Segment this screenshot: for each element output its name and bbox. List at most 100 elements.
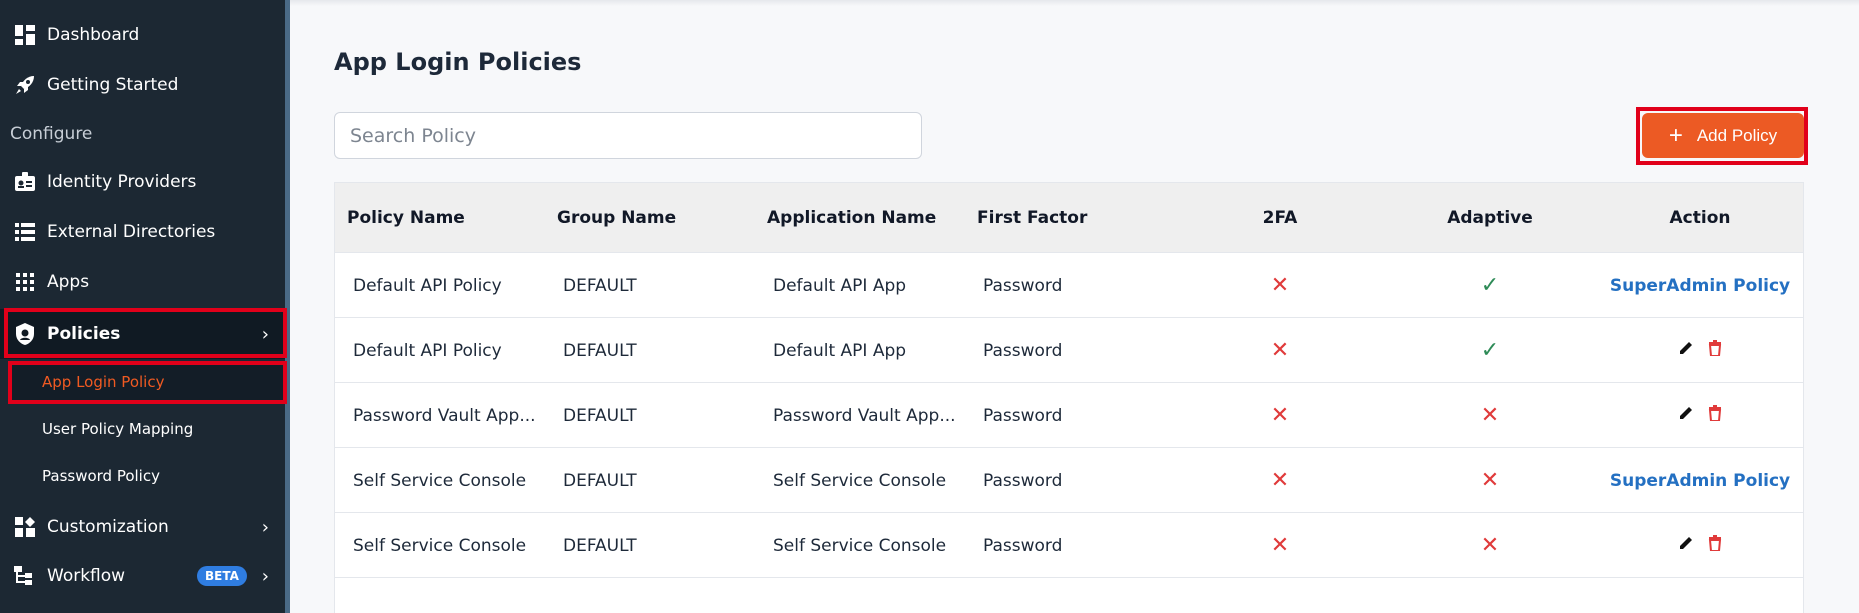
cross-icon: ✕ <box>1270 273 1290 298</box>
superadmin-policy-link[interactable]: SuperAdmin Policy <box>1610 276 1790 296</box>
sidebar-subitem-label: User Policy Mapping <box>42 420 194 438</box>
cell-policy-name: Default API Policy <box>353 340 502 361</box>
sidebar-item-workflow[interactable]: Workflow BETA › <box>0 551 285 601</box>
sidebar-item-label: Customization <box>47 517 169 537</box>
edit-icon[interactable] <box>1678 535 1694 556</box>
action-cell <box>1595 383 1805 448</box>
dashboard-icon <box>14 24 36 46</box>
sidebar: Dashboard Getting Started Configure Iden… <box>0 0 290 613</box>
sidebar-item-label: External Directories <box>47 222 216 242</box>
beta-badge: BETA <box>197 566 247 586</box>
rocket-icon <box>14 74 36 96</box>
cell-application-name: Password Vault App... <box>773 405 956 426</box>
sidebar-subitem-password-policy[interactable]: Password Policy <box>10 456 285 496</box>
cell-policy-name: Default API Policy <box>353 275 502 296</box>
action-cell <box>1595 513 1805 578</box>
check-icon: ✓ <box>1480 338 1500 363</box>
main-content: App Login Policies + Add Policy Policy N… <box>290 0 1859 613</box>
cell-policy-name: Self Service Console <box>353 535 527 556</box>
policies-table: Policy Name Group Name Application Name … <box>334 182 1804 613</box>
cross-icon: ✕ <box>1270 533 1290 558</box>
cell-group-name: DEFAULT <box>563 535 637 556</box>
superadmin-policy-link[interactable]: SuperAdmin Policy <box>1610 471 1790 491</box>
cell-policy-name: Self Service Console <box>353 470 527 491</box>
grid-icon <box>14 271 36 293</box>
column-header-policy-name[interactable]: Policy Name <box>347 183 465 253</box>
action-cell: SuperAdmin Policy <box>1595 253 1805 318</box>
cell-group-name: DEFAULT <box>563 470 637 491</box>
cell-group-name: DEFAULT <box>563 275 637 296</box>
cross-icon: ✕ <box>1270 338 1290 363</box>
section-label-configure: Configure <box>10 124 93 144</box>
column-header-2fa[interactable]: 2FA <box>1175 183 1385 253</box>
add-policy-label: Add Policy <box>1696 125 1778 145</box>
table-header: Policy Name Group Name Application Name … <box>335 183 1803 253</box>
cell-group-name: DEFAULT <box>563 340 637 361</box>
sidebar-item-identity-providers[interactable]: Identity Providers <box>0 157 285 207</box>
cell-application-name: Self Service Console <box>773 535 947 556</box>
column-header-application-name[interactable]: Application Name <box>767 183 936 253</box>
cell-policy-name: Password Vault App... <box>353 405 536 426</box>
top-bar-shadow <box>290 0 1859 6</box>
check-icon: ✓ <box>1480 273 1500 298</box>
sidebar-item-label: Policies <box>47 324 121 344</box>
sidebar-subitem-label: App Login Policy <box>42 373 165 391</box>
chevron-right-icon: › <box>261 323 269 345</box>
cell-application-name: Default API App <box>773 275 907 296</box>
edit-icon[interactable] <box>1678 340 1694 361</box>
delete-icon[interactable] <box>1708 405 1722 426</box>
sidebar-item-apps[interactable]: Apps <box>0 257 285 307</box>
sidebar-item-label: Identity Providers <box>47 172 197 192</box>
cell-first-factor: Password <box>983 535 1063 556</box>
plus-icon: + <box>1668 121 1683 149</box>
cross-icon: ✕ <box>1480 403 1500 428</box>
delete-icon[interactable] <box>1708 340 1722 361</box>
id-badge-icon <box>14 171 36 193</box>
sidebar-item-label: Dashboard <box>47 25 140 45</box>
sidebar-subitem-label: Password Policy <box>42 467 160 485</box>
chevron-right-icon: › <box>261 565 269 587</box>
workflow-icon <box>14 565 36 587</box>
sidebar-item-policies[interactable]: Policies › <box>0 309 285 359</box>
table-row[interactable]: Default API Policy DEFAULT Default API A… <box>335 318 1803 383</box>
cell-group-name: DEFAULT <box>563 405 637 426</box>
sidebar-item-getting-started[interactable]: Getting Started <box>0 60 285 110</box>
table-row[interactable]: Password Vault App... DEFAULT Password V… <box>335 383 1803 448</box>
action-cell <box>1595 318 1805 383</box>
column-header-action: Action <box>1669 208 1731 228</box>
edit-icon[interactable] <box>1678 405 1694 426</box>
sidebar-item-external-directories[interactable]: External Directories <box>0 207 285 257</box>
chevron-right-icon: › <box>261 516 269 538</box>
customize-icon <box>14 516 36 538</box>
sidebar-item-customization[interactable]: Customization › <box>0 502 285 552</box>
add-policy-button[interactable]: + Add Policy <box>1642 113 1804 158</box>
sidebar-item-dashboard[interactable]: Dashboard <box>0 10 285 60</box>
cell-first-factor: Password <box>983 405 1063 426</box>
cell-application-name: Self Service Console <box>773 470 947 491</box>
cross-icon: ✕ <box>1270 403 1290 428</box>
sidebar-subitem-app-login-policy[interactable]: App Login Policy <box>10 362 285 402</box>
table-row[interactable]: Self Service Console DEFAULT Self Servic… <box>335 448 1803 513</box>
cross-icon: ✕ <box>1480 533 1500 558</box>
sidebar-item-label: Apps <box>47 272 90 292</box>
delete-icon[interactable] <box>1708 535 1722 556</box>
sidebar-item-label: Workflow <box>47 566 126 586</box>
list-icon <box>14 221 36 243</box>
column-header-group-name[interactable]: Group Name <box>557 183 676 253</box>
column-header-adaptive[interactable]: Adaptive <box>1385 183 1595 253</box>
sidebar-subitem-user-policy-mapping[interactable]: User Policy Mapping <box>10 409 285 449</box>
column-header-first-factor[interactable]: First Factor <box>977 183 1087 253</box>
cross-icon: ✕ <box>1270 468 1290 493</box>
cell-first-factor: Password <box>983 340 1063 361</box>
page-title: App Login Policies <box>334 48 582 76</box>
shield-icon <box>14 323 36 345</box>
cell-first-factor: Password <box>983 275 1063 296</box>
cross-icon: ✕ <box>1480 468 1500 493</box>
cell-first-factor: Password <box>983 470 1063 491</box>
search-input[interactable] <box>334 112 922 159</box>
action-cell: SuperAdmin Policy <box>1595 448 1805 513</box>
table-row[interactable]: Default API Policy DEFAULT Default API A… <box>335 253 1803 318</box>
sidebar-item-label: Getting Started <box>47 75 179 95</box>
cell-application-name: Default API App <box>773 340 907 361</box>
table-row[interactable]: Self Service Console DEFAULT Self Servic… <box>335 513 1803 578</box>
